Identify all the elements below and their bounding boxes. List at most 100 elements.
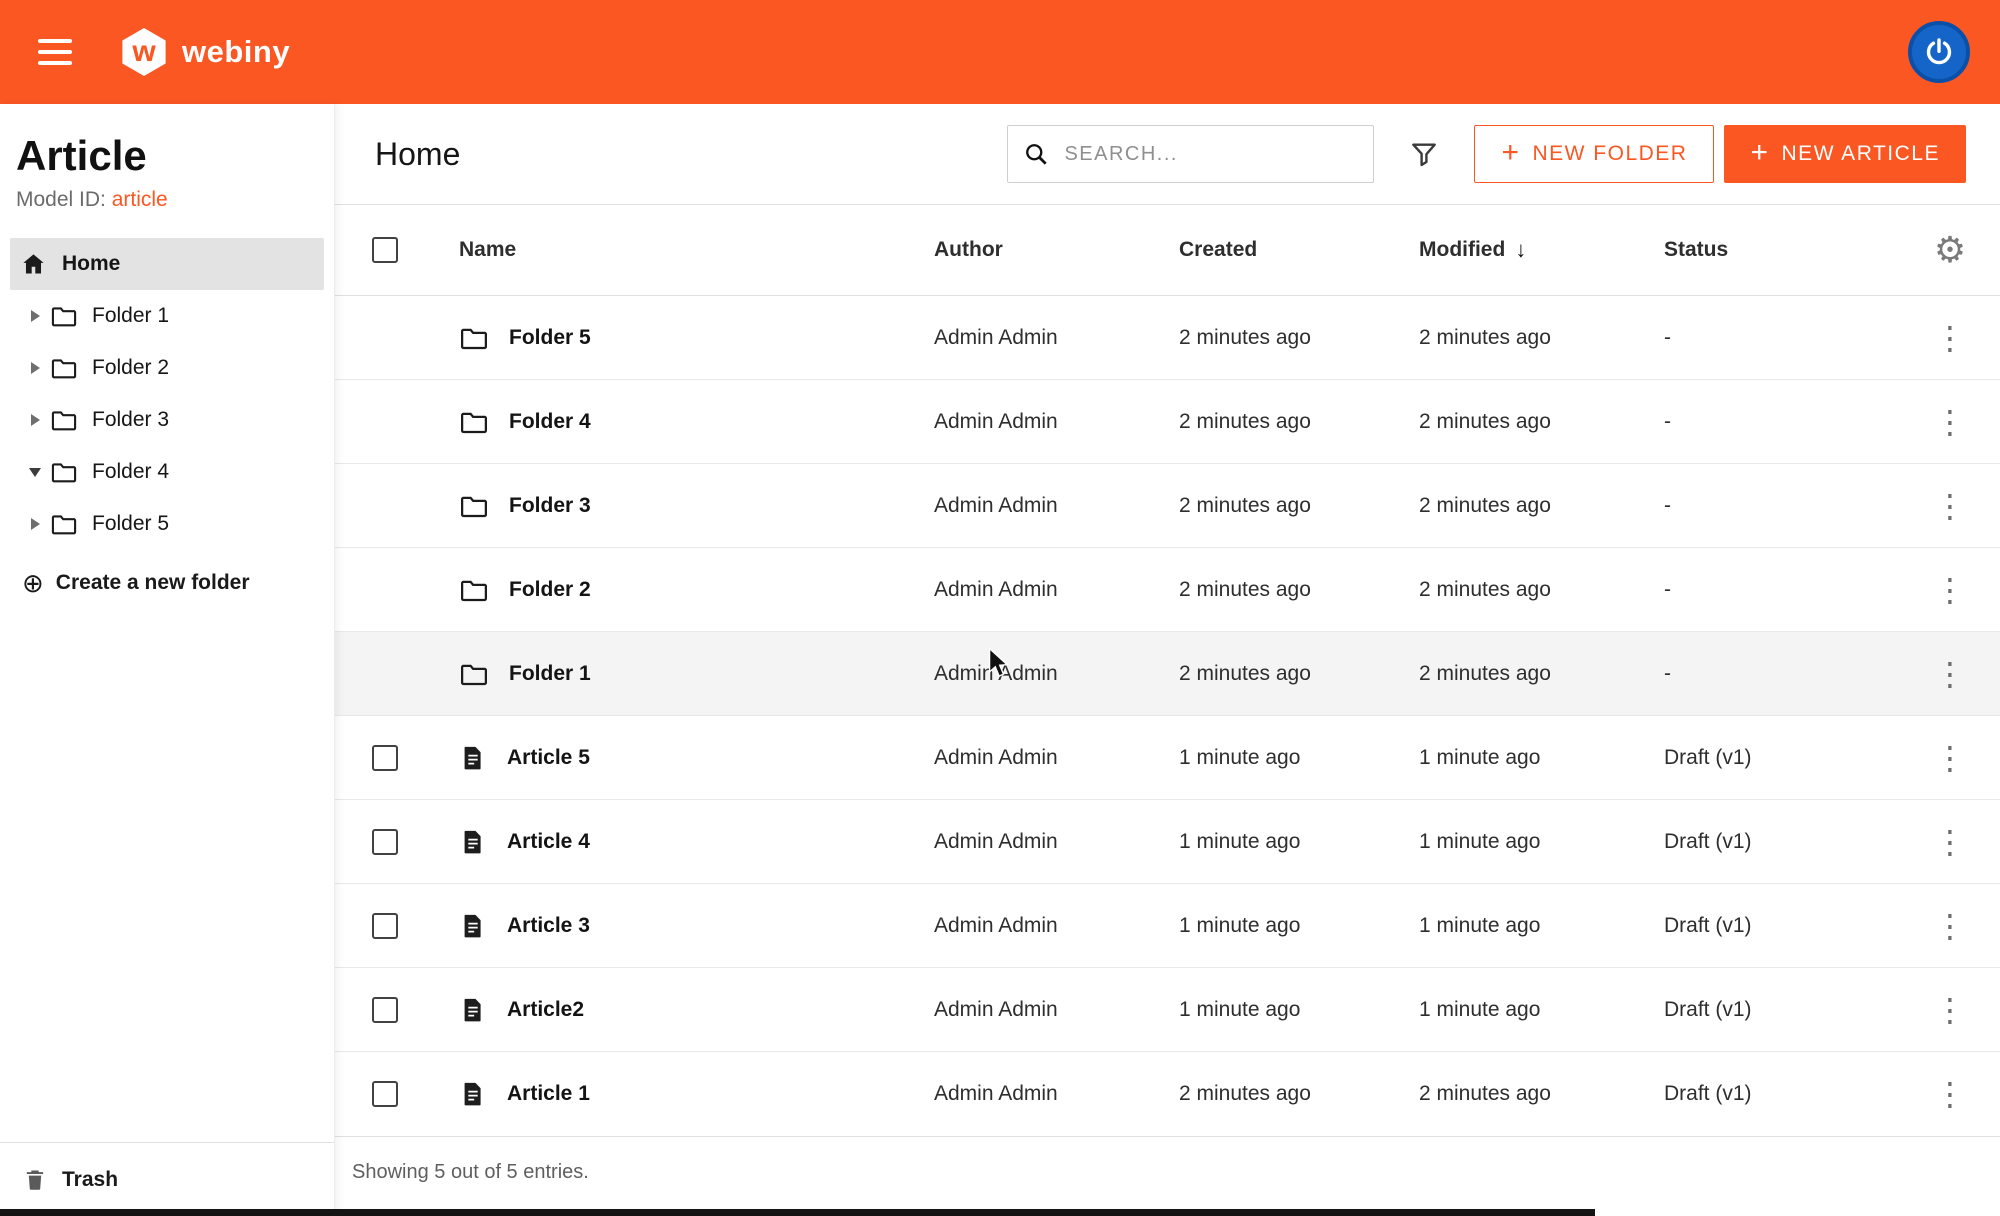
chevron-right-icon[interactable] [20,414,50,426]
tree-item-home[interactable]: Home [10,238,324,290]
row-author: Admin Admin [910,578,1155,602]
webiny-logo[interactable]: w webiny [120,28,290,76]
column-header-created[interactable]: Created [1155,238,1395,262]
row-author: Admin Admin [910,1082,1155,1106]
trash-button[interactable]: Trash [0,1142,334,1216]
table-row[interactable]: Article2 Admin Admin 1 minute ago 1 minu… [335,968,2000,1052]
table-row[interactable]: Article 1 Admin Admin 2 minutes ago 2 mi… [335,1052,2000,1136]
kebab-menu-icon[interactable]: ⋮ [1924,402,1976,442]
row-created: 1 minute ago [1155,746,1395,770]
chevron-right-icon[interactable] [20,362,50,374]
kebab-menu-icon[interactable]: ⋮ [1924,318,1976,358]
row-status: - [1640,410,1900,434]
sort-descending-icon: ↓ [1515,237,1526,263]
file-icon [459,1080,487,1108]
table-header: Name Author Created Modified ↓ Status ⚙ [335,204,2000,296]
kebab-menu-icon[interactable]: ⋮ [1924,1074,1976,1114]
folder-icon [459,323,489,353]
row-checkbox[interactable] [372,913,398,939]
kebab-menu-icon[interactable]: ⋮ [1924,990,1976,1030]
table-row[interactable]: Folder 2 Admin Admin 2 minutes ago 2 min… [335,548,2000,632]
brand-name: webiny [182,34,290,70]
tree-item-folder-1[interactable]: Folder 1 [10,290,324,342]
row-created: 2 minutes ago [1155,662,1395,686]
row-modified: 2 minutes ago [1395,1082,1640,1106]
row-checkbox[interactable] [372,1081,398,1107]
power-icon [1922,35,1956,69]
kebab-menu-icon[interactable]: ⋮ [1924,906,1976,946]
tree-item-label: Folder 1 [92,304,169,328]
row-name: Article 5 [507,746,590,770]
column-header-modified[interactable]: Modified ↓ [1395,237,1640,263]
tree-item-label: Folder 5 [92,512,169,536]
chevron-right-icon[interactable] [20,310,50,322]
create-folder-label: Create a new folder [56,571,250,595]
row-created: 1 minute ago [1155,830,1395,854]
tree-item-folder-2[interactable]: Folder 2 [10,342,324,394]
row-created: 2 minutes ago [1155,410,1395,434]
row-modified: 2 minutes ago [1395,326,1640,350]
new-article-button[interactable]: + NEW ARTICLE [1724,125,1966,183]
file-icon [459,828,487,856]
chevron-right-icon[interactable] [20,518,50,530]
tree-item-folder-5[interactable]: Folder 5 [10,498,324,550]
kebab-menu-icon[interactable]: ⋮ [1924,738,1976,778]
row-name: Article 4 [507,830,590,854]
trash-icon [22,1167,48,1193]
kebab-menu-icon[interactable]: ⋮ [1924,822,1976,862]
tree-item-label: Folder 4 [92,460,169,484]
folder-icon [50,354,90,382]
row-modified: 1 minute ago [1395,830,1640,854]
table-footer: Showing 5 out of 5 entries. [335,1136,2000,1216]
row-name: Folder 1 [509,662,591,686]
row-checkbox[interactable] [372,745,398,771]
row-modified: 2 minutes ago [1395,410,1640,434]
table-row[interactable]: Article 4 Admin Admin 1 minute ago 1 min… [335,800,2000,884]
row-name: Folder 4 [509,410,591,434]
row-status: - [1640,662,1900,686]
plus-icon: + [1750,138,1769,168]
search-input[interactable] [1062,142,1359,167]
row-checkbox[interactable] [372,829,398,855]
column-header-author[interactable]: Author [910,238,1155,262]
row-modified: 2 minutes ago [1395,494,1640,518]
table-row[interactable]: Folder 1 Admin Admin 2 minutes ago 2 min… [335,632,2000,716]
folder-icon [459,407,489,437]
column-header-name[interactable]: Name [435,238,910,262]
table-row[interactable]: Folder 3 Admin Admin 2 minutes ago 2 min… [335,464,2000,548]
row-status: Draft (v1) [1640,746,1900,770]
kebab-menu-icon[interactable]: ⋮ [1924,486,1976,526]
chevron-down-icon[interactable] [20,468,50,477]
column-header-status[interactable]: Status [1640,238,1900,262]
row-author: Admin Admin [910,410,1155,434]
file-icon [459,912,487,940]
row-modified: 1 minute ago [1395,998,1640,1022]
kebab-menu-icon[interactable]: ⋮ [1924,570,1976,610]
table-row[interactable]: Folder 4 Admin Admin 2 minutes ago 2 min… [335,380,2000,464]
row-status: Draft (v1) [1640,830,1900,854]
row-status: Draft (v1) [1640,1082,1900,1106]
row-name: Folder 5 [509,326,591,350]
tree-item-folder-3[interactable]: Folder 3 [10,394,324,446]
hamburger-menu-icon[interactable] [30,31,80,73]
row-name: Article 3 [507,914,590,938]
model-id-label: Model ID: [16,188,106,211]
table-row[interactable]: Article 5 Admin Admin 1 minute ago 1 min… [335,716,2000,800]
tree-item-label: Folder 2 [92,356,169,380]
row-checkbox[interactable] [372,997,398,1023]
filter-button[interactable] [1404,134,1444,174]
select-all-checkbox[interactable] [372,237,398,263]
tree-item-folder-4[interactable]: Folder 4 [10,446,324,498]
row-name: Article2 [507,998,584,1022]
table-row[interactable]: Folder 5 Admin Admin 2 minutes ago 2 min… [335,296,2000,380]
new-folder-button[interactable]: + NEW FOLDER [1474,125,1714,183]
model-id-value: article [112,188,168,211]
row-created: 2 minutes ago [1155,1082,1395,1106]
breadcrumb-current-folder[interactable]: Home [375,136,460,173]
kebab-menu-icon[interactable]: ⋮ [1924,654,1976,694]
create-folder-button[interactable]: ⊕ Create a new folder [0,550,334,616]
table-settings-gear-icon[interactable]: ⚙ [1934,232,1966,268]
tree-item-label: Folder 3 [92,408,169,432]
user-avatar-button[interactable] [1908,21,1970,83]
table-row[interactable]: Article 3 Admin Admin 1 minute ago 1 min… [335,884,2000,968]
